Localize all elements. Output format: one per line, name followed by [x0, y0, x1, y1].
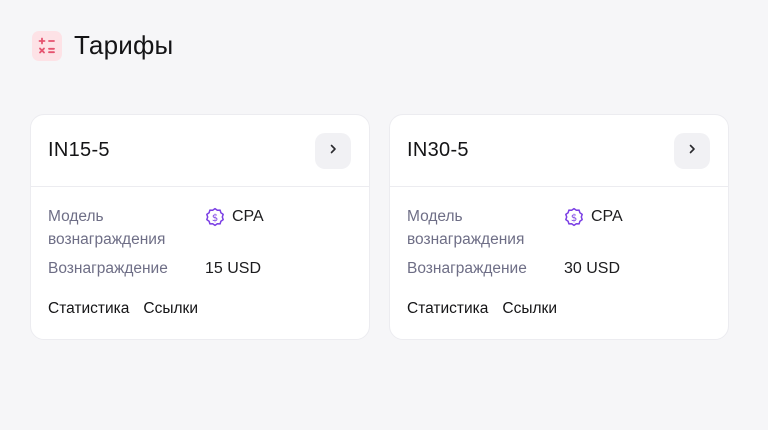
- open-tariff-button[interactable]: [674, 132, 710, 169]
- open-tariff-button[interactable]: [315, 132, 351, 169]
- reward-model-value: $ CPA: [205, 205, 264, 228]
- links-link[interactable]: Ссылки: [143, 300, 198, 318]
- reward-model-text: CPA: [232, 208, 264, 225]
- reward-label: Вознаграждение: [407, 260, 527, 277]
- page-title: Тарифы: [74, 30, 174, 60]
- reward-row: Вознаграждение 30 USD: [407, 257, 711, 280]
- svg-text:$: $: [571, 213, 577, 224]
- tariff-card: IN30-5 Модель вознаграждения $ CPA Возна…: [389, 114, 729, 340]
- page-header: Тарифы: [32, 30, 173, 61]
- reward-value: 30 USD: [564, 260, 621, 277]
- card-links: Статистика Ссылки: [48, 300, 198, 318]
- reward-model-row: Модель вознаграждения $ CPA: [48, 205, 352, 251]
- reward-model-row: Модель вознаграждения $ CPA: [407, 205, 711, 251]
- calculator-icon: [32, 30, 62, 61]
- statistics-link[interactable]: Статистика: [407, 300, 488, 318]
- reward-model-label: Модель вознаграждения: [48, 208, 166, 248]
- card-body: Модель вознаграждения $ CPA Вознагражден…: [31, 187, 369, 280]
- reward-model-value: $ CPA: [564, 205, 623, 228]
- reward-model-text: CPA: [591, 208, 623, 225]
- card-header: IN15-5: [31, 115, 369, 187]
- links-link[interactable]: Ссылки: [502, 300, 557, 318]
- card-links: Статистика Ссылки: [407, 300, 557, 318]
- reward-label: Вознаграждение: [48, 260, 168, 277]
- tariff-name: IN15-5: [48, 139, 110, 161]
- chevron-right-icon: [327, 142, 339, 160]
- dollar-badge-icon: $: [564, 207, 584, 227]
- statistics-link[interactable]: Статистика: [48, 300, 129, 318]
- reward-model-label: Модель вознаграждения: [407, 208, 525, 248]
- tariff-card: IN15-5 Модель вознаграждения $ CPA Возна…: [30, 114, 370, 340]
- reward-value: 15 USD: [205, 260, 262, 277]
- card-header: IN30-5: [390, 115, 728, 187]
- svg-text:$: $: [212, 213, 218, 224]
- tariff-name: IN30-5: [407, 139, 469, 161]
- dollar-badge-icon: $: [205, 207, 225, 227]
- tariff-cards: IN15-5 Модель вознаграждения $ CPA Возна…: [30, 114, 729, 340]
- card-body: Модель вознаграждения $ CPA Вознагражден…: [390, 187, 728, 280]
- reward-row: Вознаграждение 15 USD: [48, 257, 352, 280]
- chevron-right-icon: [686, 142, 698, 160]
